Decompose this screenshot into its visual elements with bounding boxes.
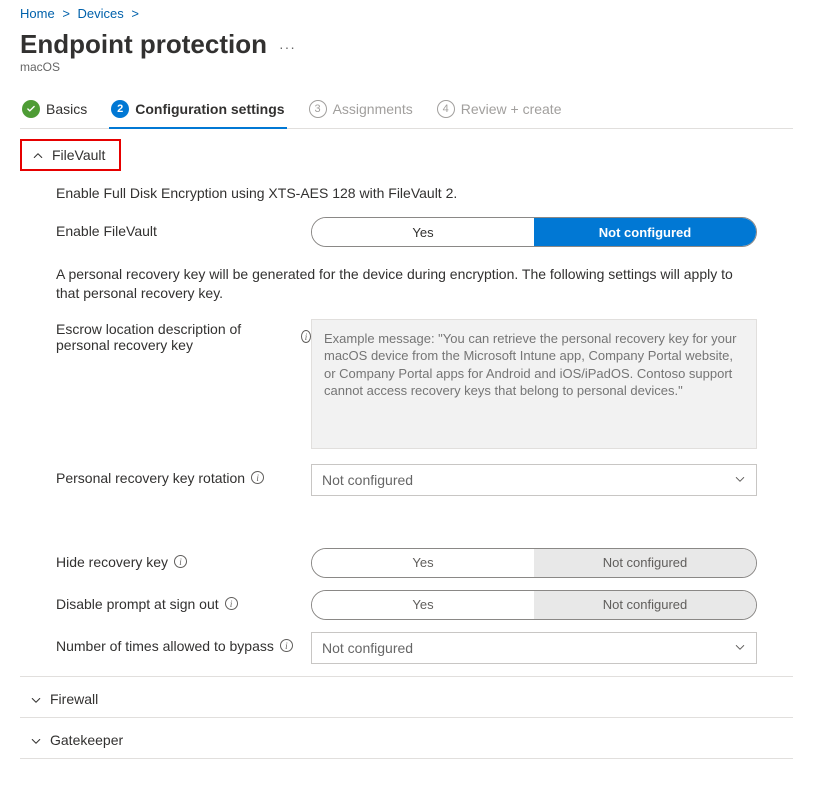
check-icon: [22, 100, 40, 118]
info-icon[interactable]: i: [225, 597, 238, 610]
chevron-down-icon: [30, 693, 42, 705]
option-yes[interactable]: Yes: [312, 591, 534, 619]
filevault-description: Enable Full Disk Encryption using XTS-AE…: [56, 185, 757, 201]
rotation-label: Personal recovery key rotation i: [56, 464, 311, 486]
tab-assignments[interactable]: 3 Assignments: [307, 94, 415, 128]
recovery-key-note: A personal recovery key will be generate…: [56, 265, 757, 303]
step-number-icon: 3: [309, 100, 327, 118]
breadcrumb-home[interactable]: Home: [20, 6, 55, 21]
section-header-gatekeeper[interactable]: Gatekeeper: [20, 717, 793, 758]
chevron-down-icon: [734, 640, 746, 656]
option-not-configured[interactable]: Not configured: [534, 549, 756, 577]
step-number-icon: 4: [437, 100, 455, 118]
chevron-down-icon: [734, 472, 746, 488]
breadcrumb-devices[interactable]: Devices: [78, 6, 124, 21]
disable-prompt-label: Disable prompt at sign out i: [56, 590, 311, 612]
enable-filevault-label: Enable FileVault: [56, 217, 311, 239]
enable-filevault-toggle[interactable]: Yes Not configured: [311, 217, 757, 247]
option-yes[interactable]: Yes: [312, 549, 534, 577]
option-not-configured[interactable]: Not configured: [534, 218, 756, 246]
chevron-down-icon: [30, 734, 42, 746]
tab-review-create[interactable]: 4 Review + create: [435, 94, 564, 128]
tab-basics[interactable]: Basics: [20, 94, 89, 128]
step-number-icon: 2: [111, 100, 129, 118]
chevron-right-icon: >: [62, 6, 70, 21]
option-yes[interactable]: Yes: [312, 218, 534, 246]
page-title: Endpoint protection: [20, 29, 267, 60]
chevron-up-icon: [32, 149, 44, 161]
option-not-configured[interactable]: Not configured: [534, 591, 756, 619]
breadcrumb: Home > Devices >: [20, 0, 793, 25]
disable-prompt-toggle[interactable]: Yes Not configured: [311, 590, 757, 620]
hide-recovery-key-label: Hide recovery key i: [56, 548, 311, 570]
more-button[interactable]: ···: [279, 39, 296, 55]
bypass-count-select[interactable]: Not configured: [311, 632, 757, 664]
rotation-select[interactable]: Not configured: [311, 464, 757, 496]
tab-label: Configuration settings: [135, 101, 284, 117]
hide-recovery-key-toggle[interactable]: Yes Not configured: [311, 548, 757, 578]
page-subtitle: macOS: [20, 60, 793, 74]
section-header-firewall[interactable]: Firewall: [20, 676, 793, 717]
tab-label: Assignments: [333, 101, 413, 117]
select-value: Not configured: [322, 640, 413, 656]
info-icon[interactable]: i: [251, 471, 264, 484]
wizard-tabs: Basics 2 Configuration settings 3 Assign…: [20, 94, 793, 129]
bypass-count-label: Number of times allowed to bypass i: [56, 632, 311, 654]
select-value: Not configured: [322, 472, 413, 488]
tab-label: Review + create: [461, 101, 562, 117]
section-title: Gatekeeper: [50, 732, 123, 748]
escrow-description-label: Escrow location description of personal …: [56, 319, 311, 353]
section-title: FileVault: [52, 147, 105, 163]
section-title: Firewall: [50, 691, 98, 707]
tab-label: Basics: [46, 101, 87, 117]
info-icon[interactable]: i: [280, 639, 293, 652]
chevron-right-icon: >: [131, 6, 139, 21]
escrow-description-input[interactable]: [311, 319, 757, 449]
info-icon[interactable]: i: [301, 330, 311, 343]
info-icon[interactable]: i: [174, 555, 187, 568]
section-header-filevault[interactable]: FileVault: [20, 139, 121, 171]
tab-configuration-settings[interactable]: 2 Configuration settings: [109, 94, 286, 128]
